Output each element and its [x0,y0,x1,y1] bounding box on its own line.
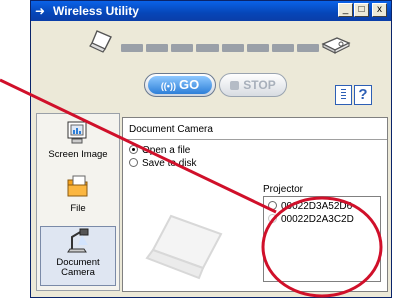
annotation-line [0,78,277,214]
annotation-ellipse [261,196,383,298]
highlight-annotation [0,78,383,298]
